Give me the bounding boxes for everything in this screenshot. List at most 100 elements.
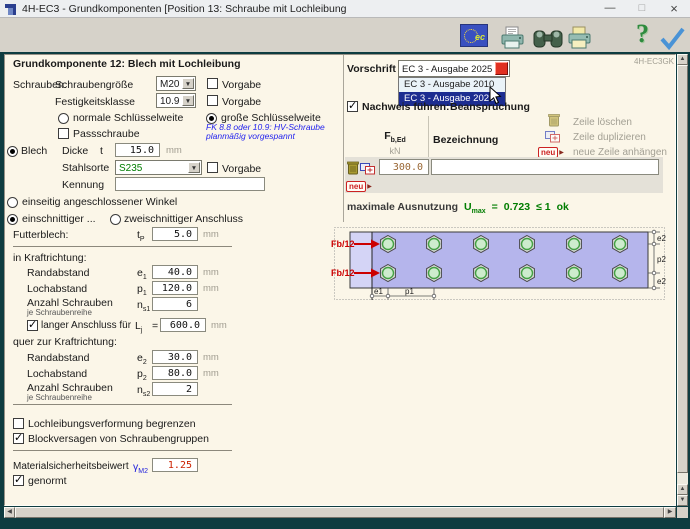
blech-label: Blech (21, 145, 47, 157)
u-limit: ≤ 1 (536, 201, 551, 213)
legend-delete-label: Zeile löschen (573, 117, 632, 128)
gamma-input[interactable]: 1.25 (152, 458, 198, 472)
append-row-button[interactable]: neu▶ (346, 180, 372, 192)
force-column-unit: kN (365, 146, 425, 156)
p1-input[interactable]: 120.0 (152, 281, 198, 295)
blockversagen-label: Blockversagen von Schraubengruppen (28, 433, 209, 445)
stahl-vorgabe-checkbox[interactable] (207, 162, 218, 173)
kennung-input[interactable] (115, 177, 265, 191)
lochleibung-label: Lochleibungsverformung begrenzen (28, 418, 196, 430)
p2-symbol: p2 (137, 368, 147, 380)
duplicate-row-button[interactable] (360, 163, 376, 175)
dicke-label: Dicke (62, 145, 88, 157)
radio-dot (209, 116, 214, 121)
blech-radio[interactable] (7, 146, 18, 157)
utilisation-line: maximale Ausnutzung Umax = 0.723 ≤ 1 ok (347, 201, 569, 213)
u-ok: ok (557, 201, 569, 213)
ns1-symbol: ns1 (137, 299, 150, 311)
tp-input[interactable]: 5.0 (152, 227, 198, 241)
klasse-combobox[interactable]: 10.9 ▼ (156, 93, 196, 108)
p1-unit: mm (203, 283, 219, 294)
einschnittig-radio[interactable] (7, 214, 18, 225)
stahl-combobox[interactable]: S235 ▼ (115, 160, 202, 175)
divider (13, 450, 232, 451)
component-heading: Grundkomponente 12: Blech mit Lochleibun… (13, 58, 241, 70)
module-code: 4H-EC3GK (626, 57, 674, 66)
scroll-up-button[interactable]: ▲ (677, 54, 688, 65)
langer-anschluss-checkbox[interactable]: ✓ (27, 320, 38, 331)
lochleibung-checkbox[interactable] (13, 418, 24, 429)
hv-hint-line2: planmäßig vorgespannt (206, 131, 295, 141)
dicke-input[interactable]: 15.0 (115, 143, 160, 157)
close-button[interactable]: × (662, 1, 686, 16)
scroll-left-button[interactable]: ◀ (4, 507, 15, 518)
check-icon: ✓ (348, 99, 357, 112)
confirm-check-icon[interactable] (658, 26, 686, 50)
search-binoculars-icon[interactable] (533, 27, 563, 49)
check-icon: ✓ (28, 318, 37, 331)
vertical-scroll-thumb[interactable] (677, 65, 688, 473)
toolbar: ec ? (0, 18, 690, 52)
chevron-down-icon[interactable]: ▼ (182, 95, 194, 106)
scroll-down-button[interactable]: ▼ (677, 495, 688, 506)
quer-header: quer zur Kraftrichtung: (13, 336, 117, 348)
bezeichnung-input[interactable] (431, 159, 659, 175)
ns2-input[interactable]: 2 (152, 382, 198, 396)
futterblech-label: Futterblech: (13, 229, 68, 241)
sw-normal-radio[interactable] (58, 113, 69, 124)
groesse-vorgabe-checkbox[interactable] (207, 78, 218, 89)
klasse-label: Festigkeitsklasse (55, 96, 135, 108)
e1-symbol: e1 (137, 267, 147, 279)
horizontal-scroll-thumb[interactable] (15, 507, 664, 518)
combo-open-indicator[interactable] (495, 62, 508, 75)
panel-divider (343, 55, 344, 222)
blockversagen-checkbox[interactable]: ✓ (13, 433, 24, 444)
zweischnittig-radio[interactable] (110, 214, 121, 225)
app-window: 4H-EC3 - Grundkomponenten [Position 13: … (0, 0, 690, 529)
p2-input[interactable]: 80.0 (152, 366, 198, 380)
ns1-input[interactable]: 6 (152, 297, 198, 311)
print-preview-icon[interactable] (500, 26, 526, 50)
column-divider (428, 116, 429, 157)
maximize-button[interactable]: □ (630, 1, 654, 16)
genormt-checkbox[interactable]: ✓ (13, 475, 24, 486)
check-icon: ✓ (14, 473, 23, 486)
winkel-radio[interactable] (7, 197, 18, 208)
zweischnittig-label: zweischnittiger Anschluss (124, 213, 243, 225)
ns1-note: je Schraubenreihe (27, 308, 92, 317)
nachweis-value: Beanspruchung (450, 101, 530, 113)
nachweis-checkbox[interactable]: ✓ (347, 101, 358, 112)
radio-dot (10, 217, 15, 222)
eurocode-icon[interactable]: ec (460, 24, 488, 47)
print-icon[interactable] (567, 26, 593, 50)
force-value-input[interactable]: 300.0 (379, 159, 429, 175)
radio-dot (10, 149, 15, 154)
dim-p1: p1 (405, 287, 414, 296)
arrow-right-icon: ▶ (559, 150, 564, 156)
scrollbar-corner (677, 507, 688, 518)
passschraube-checkbox[interactable] (58, 128, 69, 139)
delete-row-button[interactable] (347, 160, 359, 175)
ec-label: ec (475, 32, 485, 42)
groesse-combobox[interactable]: M20 ▼ (156, 76, 196, 91)
help-icon[interactable]: ? (636, 19, 649, 49)
e2-input[interactable]: 30.0 (152, 350, 198, 364)
chevron-down-icon[interactable]: ▼ (188, 162, 200, 173)
klasse-vorgabe-checkbox[interactable] (207, 95, 218, 106)
lj-symbol: Lj (135, 320, 142, 332)
winkel-label: einseitig angeschlossener Winkel (22, 196, 177, 208)
force-label-top: Fb/12 (331, 239, 355, 249)
vorschrift-combobox[interactable]: EC 3 - Ausgabe 2025 (398, 60, 510, 77)
e1-input[interactable]: 40.0 (152, 265, 198, 279)
minimize-button[interactable]: — (598, 1, 622, 16)
chevron-down-icon[interactable]: ▼ (182, 78, 194, 89)
groesse-vorgabe-label: Vorgabe (222, 79, 261, 91)
sw-normal-label: normale Schlüsselweite (73, 112, 183, 124)
groesse-value: M20 (160, 79, 179, 90)
scroll-right-button[interactable]: ▶ (664, 507, 676, 518)
utilisation-label: maximale Ausnutzung (347, 201, 458, 213)
dim-e2-bottom: e2 (657, 277, 666, 286)
scroll-up-button-2[interactable]: ▲ (677, 484, 688, 495)
lj-input[interactable]: 600.0 (160, 318, 206, 332)
trash-icon (548, 113, 560, 127)
